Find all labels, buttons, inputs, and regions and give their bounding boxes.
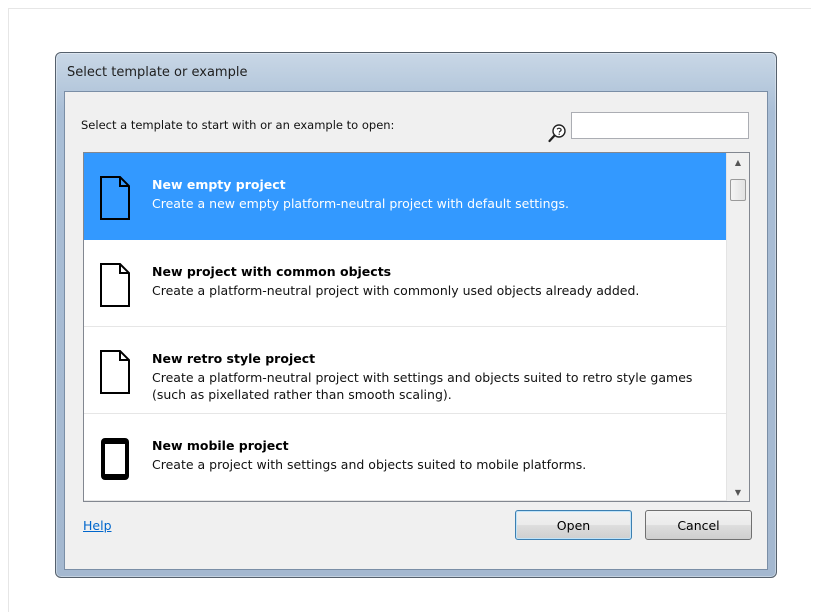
- list-scrollbar[interactable]: ▲ ▼: [726, 153, 749, 501]
- template-item-title: New project with common objects: [152, 264, 392, 279]
- cancel-button[interactable]: Cancel: [645, 510, 752, 540]
- help-link[interactable]: Help: [83, 518, 112, 533]
- template-item-description: Create a new empty platform-neutral proj…: [152, 196, 569, 211]
- scroll-thumb[interactable]: [730, 179, 746, 201]
- template-list[interactable]: New empty project Create a new empty pla…: [83, 152, 750, 502]
- dialog-titlebar[interactable]: Select template or example: [56, 53, 776, 91]
- template-item-description: Create a platform-neutral project with c…: [152, 283, 640, 298]
- template-item-title: New mobile project: [152, 438, 289, 453]
- template-item-new-mobile-project[interactable]: New mobile project Create a project with…: [84, 414, 726, 501]
- search-input[interactable]: [571, 112, 749, 139]
- dialog-body: Select a template to start with or an ex…: [64, 91, 768, 570]
- document-icon: [98, 262, 132, 308]
- template-item-title: New retro style project: [152, 351, 316, 366]
- scroll-down-arrow-icon[interactable]: ▼: [727, 483, 749, 501]
- document-icon: [98, 175, 132, 221]
- prompt-label: Select a template to start with or an ex…: [81, 118, 395, 132]
- template-item-new-retro-style-project[interactable]: New retro style project Create a platfor…: [84, 327, 726, 414]
- template-item-new-project-with-common-objects[interactable]: New project with common objects Create a…: [84, 240, 726, 327]
- document-icon: [98, 349, 132, 395]
- template-item-new-empty-project[interactable]: New empty project Create a new empty pla…: [84, 153, 726, 240]
- search-help-icon: [547, 124, 569, 146]
- template-item-title: New empty project: [152, 177, 286, 192]
- mobile-phone-icon: [98, 436, 132, 482]
- template-dialog: Select template or example Select a temp…: [55, 52, 777, 578]
- open-button[interactable]: Open: [515, 510, 632, 540]
- template-item-description: Create a project with settings and objec…: [152, 457, 587, 472]
- dialog-title: Select template or example: [67, 65, 248, 80]
- template-list-items: New empty project Create a new empty pla…: [84, 153, 726, 501]
- scroll-up-arrow-icon[interactable]: ▲: [727, 153, 749, 171]
- template-item-description: Create a platform-neutral project with s…: [152, 370, 693, 402]
